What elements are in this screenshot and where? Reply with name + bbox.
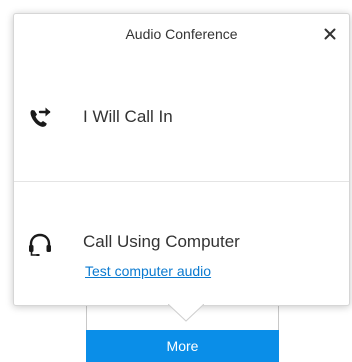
close-icon [324, 28, 336, 40]
test-computer-audio-link[interactable]: Test computer audio [85, 263, 211, 279]
popup-header: Audio Conference [14, 14, 349, 54]
option-call-in[interactable]: I Will Call In [14, 54, 349, 181]
call-in-label: I Will Call In [83, 107, 173, 126]
app-stage: More Audio Conference I Will Call In Cal… [0, 0, 352, 362]
call-using-computer-label: Call Using Computer [83, 232, 240, 251]
popup-title: Audio Conference [125, 26, 238, 42]
option-call-using-computer[interactable]: Call Using Computer Test computer audio [14, 181, 349, 306]
more-button-label: More [166, 338, 199, 354]
phone-forward-icon [30, 107, 51, 127]
popup-caret [168, 304, 204, 322]
close-button[interactable] [320, 24, 340, 44]
more-button[interactable]: More [86, 330, 279, 362]
headset-icon [29, 233, 51, 256]
audio-conference-popup: Audio Conference I Will Call In Call Usi… [13, 13, 350, 306]
